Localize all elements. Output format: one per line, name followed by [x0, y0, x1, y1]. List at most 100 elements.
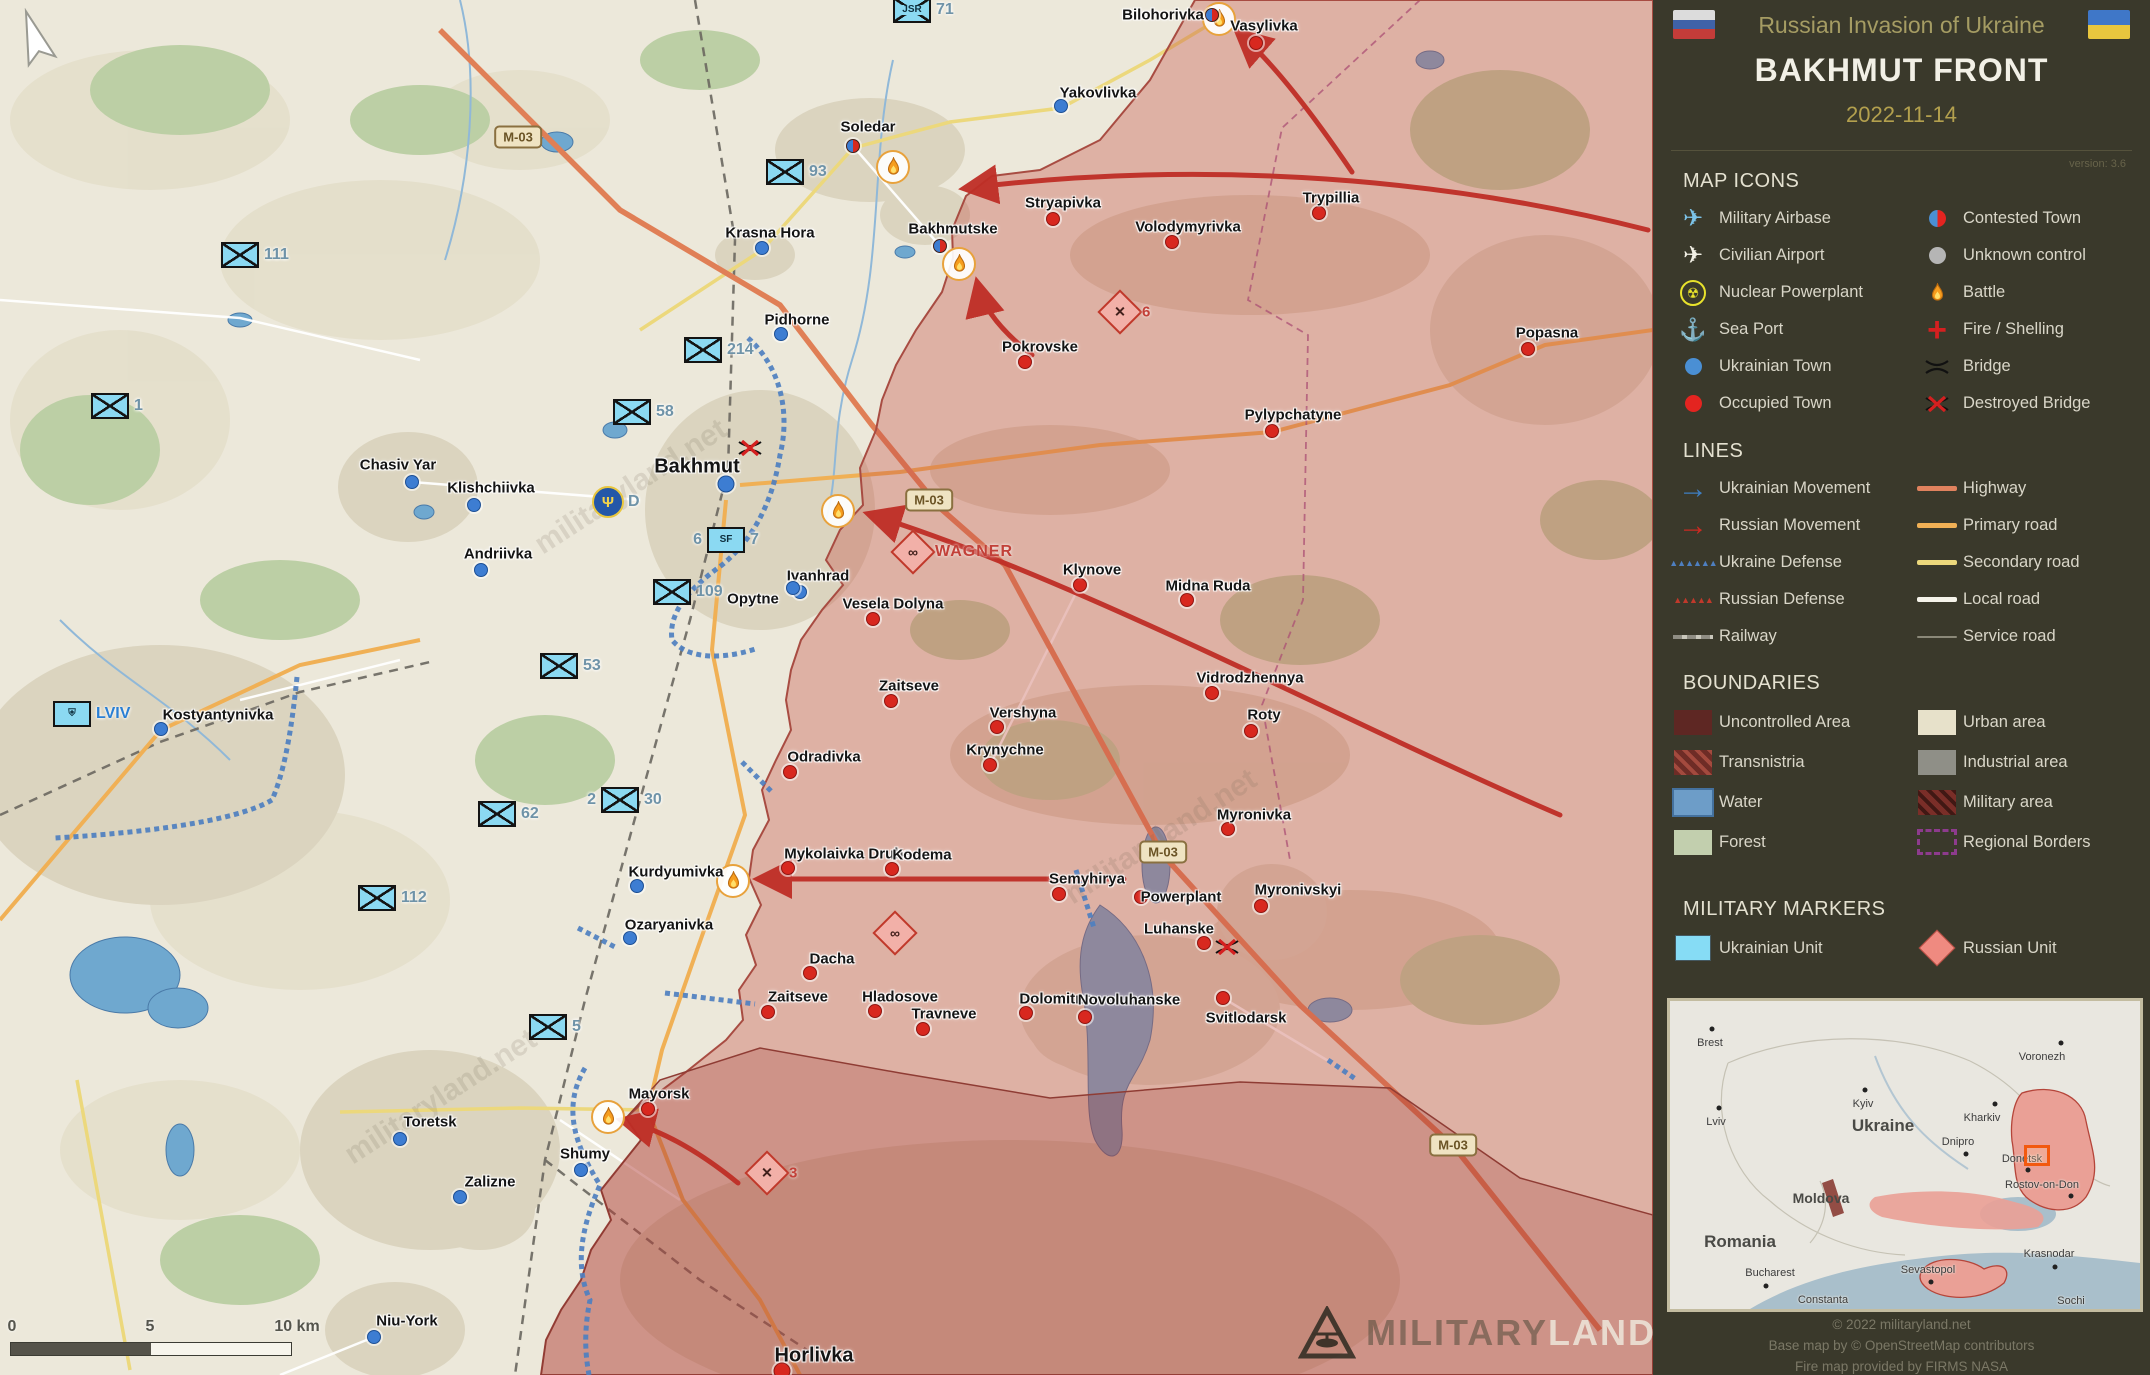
minimap-city-dot — [1717, 1106, 1722, 1111]
legend-row: Battle — [1911, 274, 2146, 311]
main-map: militaryland.netmilitaryland.netmilitary… — [0, 0, 1653, 1375]
town-label: Dacha — [809, 951, 854, 968]
military-area-icon — [1918, 790, 1956, 815]
russian-defense-icon — [1673, 595, 1713, 605]
town-label: Stryapivka — [1025, 195, 1101, 212]
minimap-focus-rectangle — [2024, 1145, 2050, 1166]
legend-row: Military Airbase — [1667, 200, 1902, 237]
legend-sidebar: Russian Invasion of Ukraine BAKHMUT FRON… — [1653, 0, 2150, 1375]
overview-minimap: BrestVoronezhKyivLvivKharkivDniproDonets… — [1667, 998, 2143, 1312]
minimap-city-dot — [2059, 1041, 2064, 1046]
scale-bar — [10, 1342, 292, 1356]
legend-row: Occupied Town — [1667, 385, 1902, 422]
legend-label: Ukrainian Town — [1719, 357, 1832, 376]
legend-label: Primary road — [1963, 516, 2057, 535]
water-icon — [1672, 788, 1714, 817]
town-dot — [641, 1102, 655, 1116]
town-dot — [405, 475, 419, 489]
town-label: Odradivka — [787, 749, 860, 766]
highway-icon — [1917, 486, 1957, 491]
legend-label: Sea Port — [1719, 320, 1783, 339]
credit-line: Fire map provided by FIRMS NASA — [1653, 1356, 2150, 1375]
urban-area-icon — [1918, 710, 1956, 735]
legend-label: Russian Unit — [1963, 939, 2057, 958]
town-dot — [453, 1190, 467, 1204]
town-label: Ozaryanivka — [625, 917, 713, 934]
regional-borders-icon — [1917, 829, 1957, 855]
minimap-city-label: Kharkiv — [1964, 1112, 2001, 1124]
town-label: Novoluhanske — [1078, 992, 1181, 1009]
minimap-city-label: Sochi — [2057, 1295, 2085, 1307]
legend-row: Forest — [1667, 822, 1902, 862]
town-dot — [774, 327, 788, 341]
unknown-control-icon — [1929, 247, 1946, 264]
battle-icon — [1911, 283, 1963, 303]
minimap-city-dot — [1764, 1284, 1769, 1289]
town-label: Chasiv Yar — [360, 457, 436, 474]
minimap-city-label: Rostov-on-Don — [2005, 1179, 2079, 1191]
town-label: Bilohorivka — [1122, 7, 1204, 24]
legend-row: Military area — [1911, 782, 2146, 822]
occupied-town-icon — [1685, 395, 1702, 412]
legend-row: Russian Movement — [1667, 507, 1902, 544]
ukraine-defense-icon — [1669, 558, 1716, 568]
town-label: Popasna — [1516, 325, 1579, 342]
town-dot — [1265, 424, 1279, 438]
ukrainian-unit-icon — [1675, 935, 1711, 961]
industrial-area-icon — [1918, 750, 1956, 775]
legend-row: Russian Defense — [1667, 581, 1902, 618]
legend-icon-cell — [1667, 750, 1719, 775]
russian-unit-icon — [1919, 930, 1956, 967]
legend-label: Highway — [1963, 479, 2026, 498]
town-label: Zaitseve — [879, 678, 939, 695]
map-icons-left-column: Military AirbaseCivilian AirportNuclear … — [1667, 200, 1902, 422]
minimap-city-dot — [2069, 1194, 2074, 1199]
legend-icon-cell — [1911, 320, 1963, 340]
legend-row: Nuclear Powerplant — [1667, 274, 1902, 311]
credit-line: Base map by © OpenStreetMap contributors — [1653, 1335, 2150, 1356]
legend-label: Russian Defense — [1719, 590, 1845, 609]
boundaries-right-column: Urban areaIndustrial areaMilitary areaRe… — [1911, 702, 2146, 862]
map-icons-right-column: Contested TownUnknown controlBattleFire … — [1911, 200, 2146, 422]
legend-row: Local road — [1911, 581, 2146, 618]
town-dot — [1205, 8, 1219, 22]
town-dot — [761, 1005, 775, 1019]
minimap-city-dot — [1929, 1280, 1934, 1285]
legend-label: Russian Movement — [1719, 516, 1860, 535]
page-title: Russian Invasion of Ukraine — [1653, 12, 2150, 39]
legend-icon-cell — [1667, 479, 1719, 499]
legend-icon-cell — [1667, 358, 1719, 375]
section-map-icons: MAP ICONS — [1683, 170, 1799, 193]
minimap-base — [1670, 1001, 2140, 1309]
town-dot — [783, 765, 797, 779]
town-label: Vesela Dolyna — [843, 596, 944, 613]
legend-label: Railway — [1719, 627, 1777, 646]
town-label: Krasna Hora — [725, 225, 814, 242]
minimap-city-label: Dnipro — [1942, 1136, 1974, 1148]
watermark-text-land: LAND — [1548, 1312, 1653, 1354]
town-label: Pokrovske — [1002, 339, 1078, 356]
town-dot — [393, 1132, 407, 1146]
town-dot — [1521, 342, 1535, 356]
town-dot — [868, 1004, 882, 1018]
minimap-city-label: Voronezh — [2019, 1051, 2065, 1063]
town-dot — [1180, 593, 1194, 607]
legend-row: Industrial area — [1911, 742, 2146, 782]
legend-icon-cell — [1667, 788, 1719, 817]
legend-label: Occupied Town — [1719, 394, 1832, 413]
military-left-column: Ukrainian Unit — [1667, 928, 1902, 968]
legend-label: Battle — [1963, 283, 2005, 302]
map-date: 2022-11-14 — [1653, 102, 2150, 128]
town-dot — [990, 720, 1004, 734]
town-label: Bakhmut — [654, 456, 740, 479]
minimap-city-label: Brest — [1697, 1037, 1723, 1049]
legend-icon-cell — [1667, 710, 1719, 735]
town-dot — [885, 862, 899, 876]
town-label: Niu-York — [376, 1313, 437, 1330]
town-label: Roty — [1247, 707, 1280, 724]
town-dot — [630, 879, 644, 893]
legend-row: Primary road — [1911, 507, 2146, 544]
legend-icon-cell — [1667, 595, 1719, 605]
legend-icon-cell — [1667, 395, 1719, 412]
scale-label-10km: 10 km — [274, 1318, 319, 1336]
